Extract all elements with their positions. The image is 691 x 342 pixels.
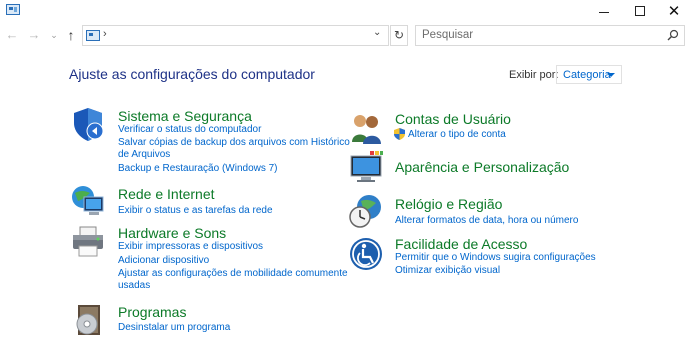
programs-icon[interactable]: [70, 302, 106, 338]
forward-button[interactable]: →: [26, 27, 42, 43]
link-mobility-settings-cont[interactable]: usadas: [118, 280, 150, 292]
link-optimize-visual[interactable]: Otimizar exibição visual: [395, 265, 500, 277]
link-date-time-formats[interactable]: Alterar formatos de data, hora ou número: [395, 215, 578, 227]
link-change-account-type[interactable]: Alterar o tipo de conta: [408, 129, 506, 141]
shield-icon[interactable]: [70, 106, 106, 142]
category-title[interactable]: Programas: [118, 304, 186, 320]
link-uninstall-program[interactable]: Desinstalar um programa: [118, 322, 230, 334]
view-by-dropdown[interactable]: Categoria: [556, 65, 622, 84]
users-icon[interactable]: [348, 110, 384, 146]
network-icon[interactable]: [70, 183, 106, 219]
search-placeholder: Pesquisar: [422, 29, 474, 41]
view-by-label: Exibir por:: [509, 69, 559, 81]
link-add-device[interactable]: Adicionar dispositivo: [118, 255, 209, 267]
view-by-value: Categoria: [563, 69, 611, 81]
display-icon[interactable]: [348, 150, 384, 186]
refresh-button[interactable]: ↻: [390, 25, 408, 46]
printer-icon[interactable]: [70, 224, 106, 260]
chevron-down-icon[interactable]: ⌄: [373, 27, 381, 38]
search-icon[interactable]: [667, 29, 679, 41]
control-panel-icon: [6, 4, 20, 15]
title-bar: ✕: [0, 0, 691, 22]
maximize-icon: [635, 6, 645, 16]
category-title[interactable]: Aparência e Personalização: [395, 159, 569, 175]
back-button[interactable]: ←: [4, 27, 20, 43]
accessibility-icon[interactable]: [348, 236, 384, 272]
caret-down-icon: [607, 73, 615, 77]
clock-globe-icon[interactable]: [348, 193, 384, 229]
link-file-history-cont[interactable]: de Arquivos: [118, 149, 170, 161]
link-network-status[interactable]: Exibir o status e as tarefas da rede: [118, 205, 273, 217]
link-windows-suggest-settings[interactable]: Permitir que o Windows sugira configuraç…: [395, 252, 596, 264]
close-button[interactable]: ✕: [657, 0, 691, 22]
uac-shield-icon: [394, 128, 405, 140]
link-file-history[interactable]: Salvar cópias de backup dos arquivos com…: [118, 137, 350, 149]
control-panel-icon: [86, 30, 100, 41]
category-title[interactable]: Rede e Internet: [118, 186, 215, 202]
category-title[interactable]: Relógio e Região: [395, 196, 502, 212]
link-printers-devices[interactable]: Exibir impressoras e dispositivos: [118, 241, 263, 253]
link-mobility-settings[interactable]: Ajustar as configurações de mobilidade c…: [118, 268, 348, 280]
recent-locations-button[interactable]: ⌄: [46, 27, 62, 43]
category-title[interactable]: Contas de Usuário: [395, 111, 511, 127]
chevron-right-icon[interactable]: ›: [103, 28, 107, 40]
maximize-button[interactable]: [623, 0, 657, 22]
minimize-button[interactable]: [587, 0, 621, 22]
category-title[interactable]: Hardware e Sons: [118, 225, 226, 241]
refresh-icon: ↻: [393, 28, 405, 42]
link-backup-restore[interactable]: Backup e Restauração (Windows 7): [118, 163, 278, 175]
navigation-bar: ← → ⌄ ↑ › ⌄ ↻ Pesquisar: [0, 24, 691, 48]
up-button[interactable]: ↑: [63, 27, 79, 43]
address-bar[interactable]: › ⌄: [82, 25, 389, 46]
category-title[interactable]: Sistema e Segurança: [118, 108, 252, 124]
link-check-status[interactable]: Verificar o status do computador: [118, 124, 261, 136]
close-icon: ✕: [667, 2, 681, 20]
minimize-icon: [599, 11, 609, 13]
page-title: Ajuste as configurações do computador: [69, 66, 315, 82]
search-input[interactable]: Pesquisar: [415, 25, 685, 46]
category-title[interactable]: Facilidade de Acesso: [395, 236, 527, 252]
